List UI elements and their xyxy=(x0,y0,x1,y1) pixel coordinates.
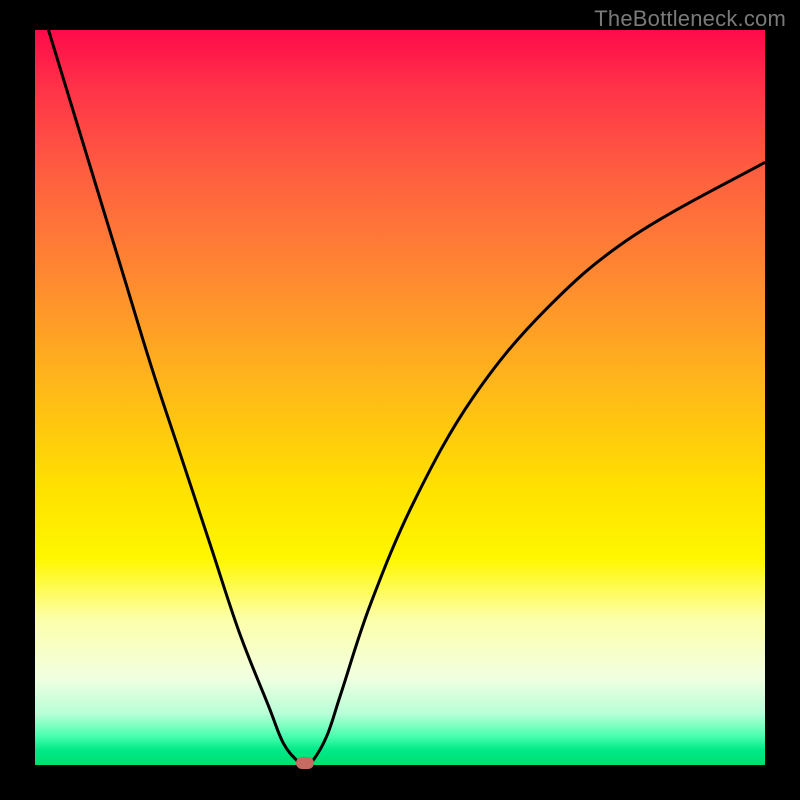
minimum-marker xyxy=(296,757,314,769)
chart-plot-area xyxy=(35,30,765,765)
bottleneck-curve xyxy=(35,30,765,765)
watermark-text: TheBottleneck.com xyxy=(594,6,786,32)
